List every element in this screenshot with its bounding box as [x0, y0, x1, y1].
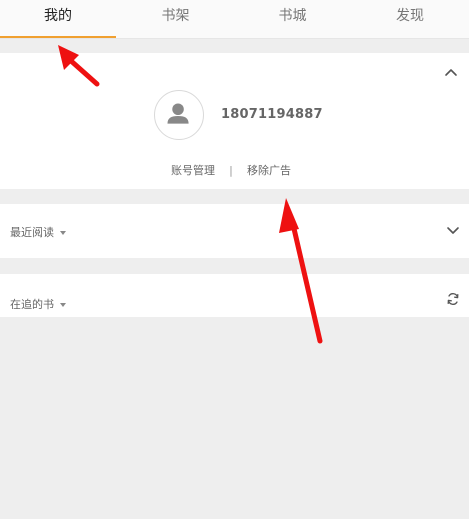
tab-mine[interactable]: 我的	[0, 0, 116, 38]
chevron-down-icon[interactable]	[446, 223, 460, 237]
top-tab-bar: 我的 书架 书城 发现	[0, 0, 469, 39]
recent-reading-header[interactable]: 最近阅读	[10, 224, 66, 240]
account-manage-link[interactable]: 账号管理	[171, 164, 215, 177]
tab-discover[interactable]: 发现	[351, 0, 469, 38]
caret-down-icon	[60, 231, 66, 235]
recent-reading-section: 最近阅读	[0, 204, 469, 258]
tab-bookshelf[interactable]: 书架	[117, 0, 234, 38]
account-links: 账号管理 | 移除广告	[171, 162, 291, 178]
chevron-up-icon[interactable]	[443, 65, 459, 81]
tab-bookstore[interactable]: 书城	[234, 0, 351, 38]
remove-ads-link[interactable]: 移除广告	[247, 164, 291, 177]
following-books-header[interactable]: 在追的书	[10, 296, 66, 312]
user-placeholder-icon	[167, 103, 189, 124]
recent-reading-label: 最近阅读	[10, 226, 54, 239]
following-books-label: 在追的书	[10, 298, 54, 311]
phone-number: 18071194887	[221, 107, 323, 122]
caret-down-icon	[60, 303, 66, 307]
following-books-section: 在追的书	[0, 274, 469, 317]
avatar[interactable]	[154, 90, 204, 140]
refresh-icon[interactable]	[446, 292, 460, 306]
link-separator: |	[229, 164, 233, 177]
profile-card: 18071194887 账号管理 | 移除广告	[0, 53, 469, 189]
active-tab-indicator	[0, 36, 116, 38]
